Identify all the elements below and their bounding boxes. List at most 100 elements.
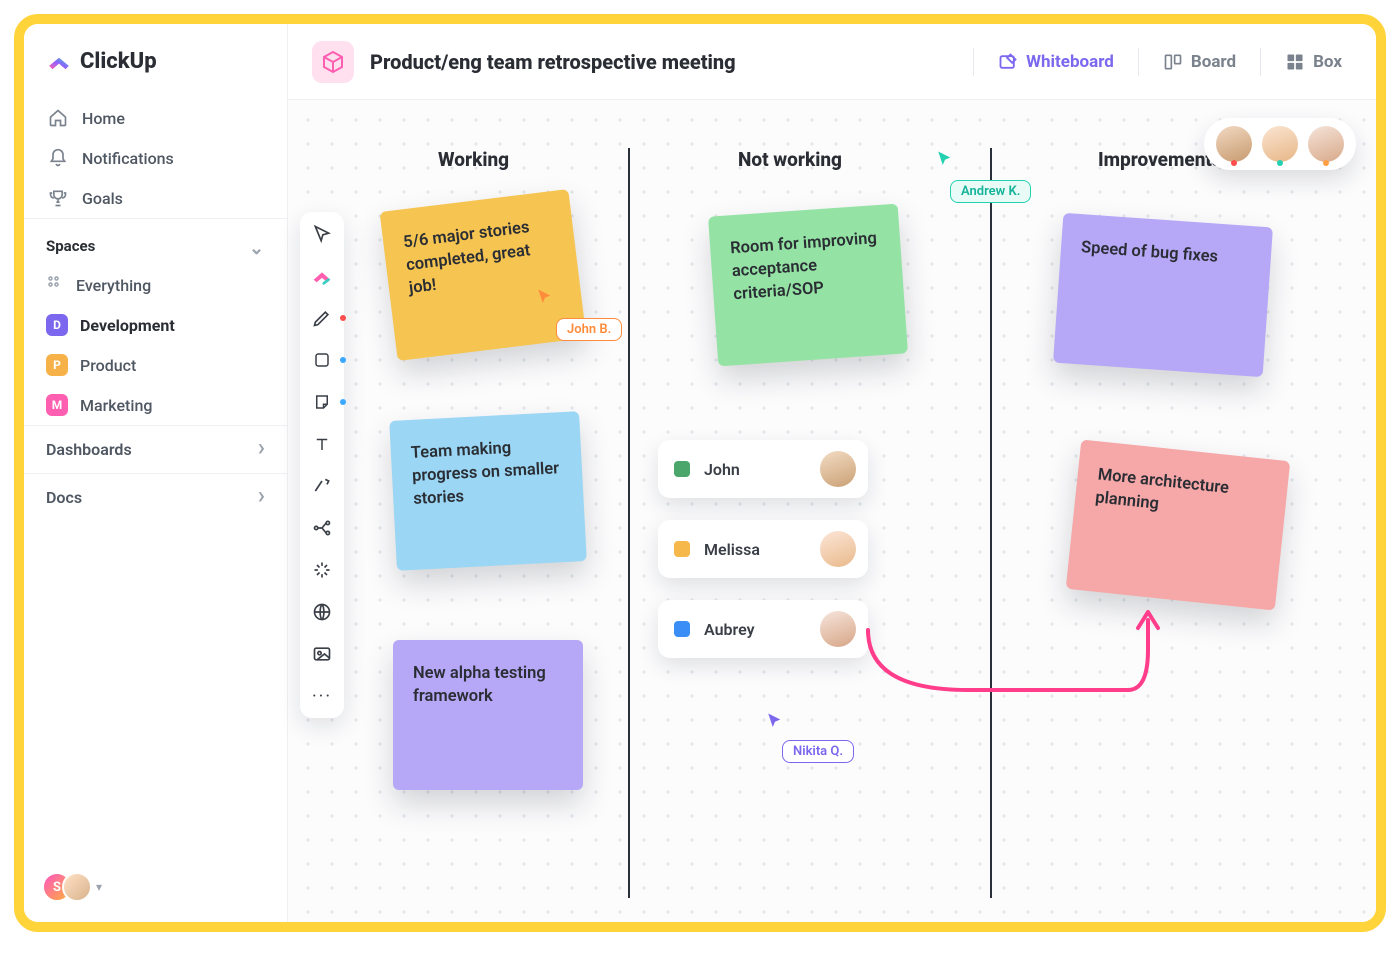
nav-dashboards[interactable]: Dashboards <box>24 425 287 473</box>
space-everything[interactable]: Everything <box>24 265 287 305</box>
presence-avatar[interactable] <box>1216 126 1252 162</box>
image-icon <box>312 644 332 664</box>
connector-arrow[interactable] <box>848 600 1168 740</box>
nav-docs[interactable]: Docs <box>24 473 287 521</box>
space-marketing[interactable]: M Marketing <box>24 385 287 425</box>
remote-cursor-label: Andrew K. <box>950 180 1031 203</box>
brand-name: ClickUp <box>80 49 157 74</box>
tool-clickup[interactable] <box>310 264 334 288</box>
nav-goals[interactable]: Goals <box>36 178 275 218</box>
divider <box>973 48 974 76</box>
space-badge-m: M <box>46 394 68 416</box>
divider <box>1138 48 1139 76</box>
clickup-icon <box>311 265 333 287</box>
spaces-header-label: Spaces <box>46 237 95 255</box>
space-badge-d: D <box>46 314 68 336</box>
square-icon <box>313 351 331 369</box>
view-tabs: Whiteboard Board Box <box>959 46 1352 78</box>
tool-sparkle[interactable] <box>310 558 334 582</box>
sidebar: ClickUp Home Notifications Goals <box>24 24 288 922</box>
space-product[interactable]: P Product <box>24 345 287 385</box>
pen-icon <box>312 308 332 328</box>
clickup-logo-icon <box>46 48 72 74</box>
person-card[interactable]: Aubrey <box>658 600 868 658</box>
nav-docs-label: Docs <box>46 488 82 507</box>
cube-icon <box>321 50 345 74</box>
tool-connector[interactable] <box>310 474 334 498</box>
nav-home[interactable]: Home <box>36 98 275 138</box>
person-card[interactable]: John <box>658 440 868 498</box>
tool-globe[interactable] <box>310 600 334 624</box>
user-switcher[interactable]: S ▾ <box>24 864 287 910</box>
avatar <box>820 451 856 487</box>
cursor-icon <box>312 224 332 244</box>
divider <box>1260 48 1261 76</box>
presence-avatar[interactable] <box>1262 126 1298 162</box>
sticky-note[interactable]: Room for improving acceptance criteria/S… <box>708 204 908 367</box>
tool-pen[interactable] <box>310 306 334 330</box>
column-divider <box>628 148 630 898</box>
tool-image[interactable] <box>310 642 334 666</box>
remote-cursor-label: Nikita Q. <box>782 740 854 763</box>
chevron-down-icon: ▾ <box>96 880 102 894</box>
tool-more[interactable]: ··· <box>310 684 334 708</box>
sticky-note[interactable]: Team making progress on smaller stories <box>389 411 587 571</box>
app-frame: ClickUp Home Notifications Goals <box>14 14 1386 932</box>
presence-avatar[interactable] <box>1308 126 1344 162</box>
tab-box[interactable]: Box <box>1275 46 1352 78</box>
person-color-icon <box>674 541 690 557</box>
tool-shape[interactable] <box>310 348 334 372</box>
sticky-note[interactable]: Speed of bug fixes <box>1053 213 1273 377</box>
logo[interactable]: ClickUp <box>24 42 287 98</box>
space-marketing-label: Marketing <box>80 396 152 415</box>
sticky-note[interactable]: New alpha testing framework <box>393 640 583 790</box>
nav-home-label: Home <box>82 109 125 128</box>
person-name: John <box>704 460 806 479</box>
person-color-icon <box>674 621 690 637</box>
tool-sticky[interactable] <box>310 390 334 414</box>
tool-tree[interactable] <box>310 516 334 540</box>
nav-goals-label: Goals <box>82 189 123 208</box>
tab-whiteboard-label: Whiteboard <box>1026 52 1114 72</box>
box-icon <box>1285 52 1305 72</box>
presence-avatars[interactable] <box>1204 118 1356 170</box>
spaces-header[interactable]: Spaces <box>24 218 287 265</box>
more-icon: ··· <box>312 686 332 707</box>
person-card[interactable]: Melissa <box>658 520 868 578</box>
tab-board[interactable]: Board <box>1153 46 1246 78</box>
nav-notifications[interactable]: Notifications <box>36 138 275 178</box>
tab-whiteboard[interactable]: Whiteboard <box>988 46 1124 78</box>
column-working-title: Working <box>438 148 509 171</box>
text-icon <box>313 435 331 453</box>
tab-board-label: Board <box>1191 52 1236 72</box>
whiteboard-toolbar: ··· <box>300 212 344 718</box>
tool-cursor[interactable] <box>310 222 334 246</box>
primary-nav: Home Notifications Goals <box>24 98 287 218</box>
person-name: Melissa <box>704 540 806 559</box>
person-name: Aubrey <box>704 620 806 639</box>
color-indicator <box>340 315 346 321</box>
remote-cursor-icon <box>536 288 554 306</box>
avatar <box>820 531 856 567</box>
home-icon <box>48 108 68 128</box>
space-everything-label: Everything <box>76 276 151 295</box>
topbar: Product/eng team retrospective meeting W… <box>288 24 1376 100</box>
nav-notifications-label: Notifications <box>82 149 174 168</box>
space-development[interactable]: D Development <box>24 305 287 345</box>
globe-icon <box>312 602 332 622</box>
everything-icon <box>46 274 64 296</box>
whiteboard-canvas[interactable]: Working Not working Improvements <box>288 100 1376 922</box>
color-indicator <box>340 357 346 363</box>
user-avatar <box>62 872 92 902</box>
sparkle-icon <box>312 560 332 580</box>
sticky-note[interactable]: More architecture planning <box>1066 439 1291 610</box>
space-badge-p: P <box>46 354 68 376</box>
space-product-label: Product <box>80 356 136 375</box>
sticky-icon <box>313 393 331 411</box>
chevron-right-icon <box>258 488 265 507</box>
tree-icon <box>312 518 332 538</box>
chevron-right-icon <box>258 440 265 459</box>
bell-icon <box>48 148 68 168</box>
tool-text[interactable] <box>310 432 334 456</box>
page-icon[interactable] <box>312 41 354 83</box>
